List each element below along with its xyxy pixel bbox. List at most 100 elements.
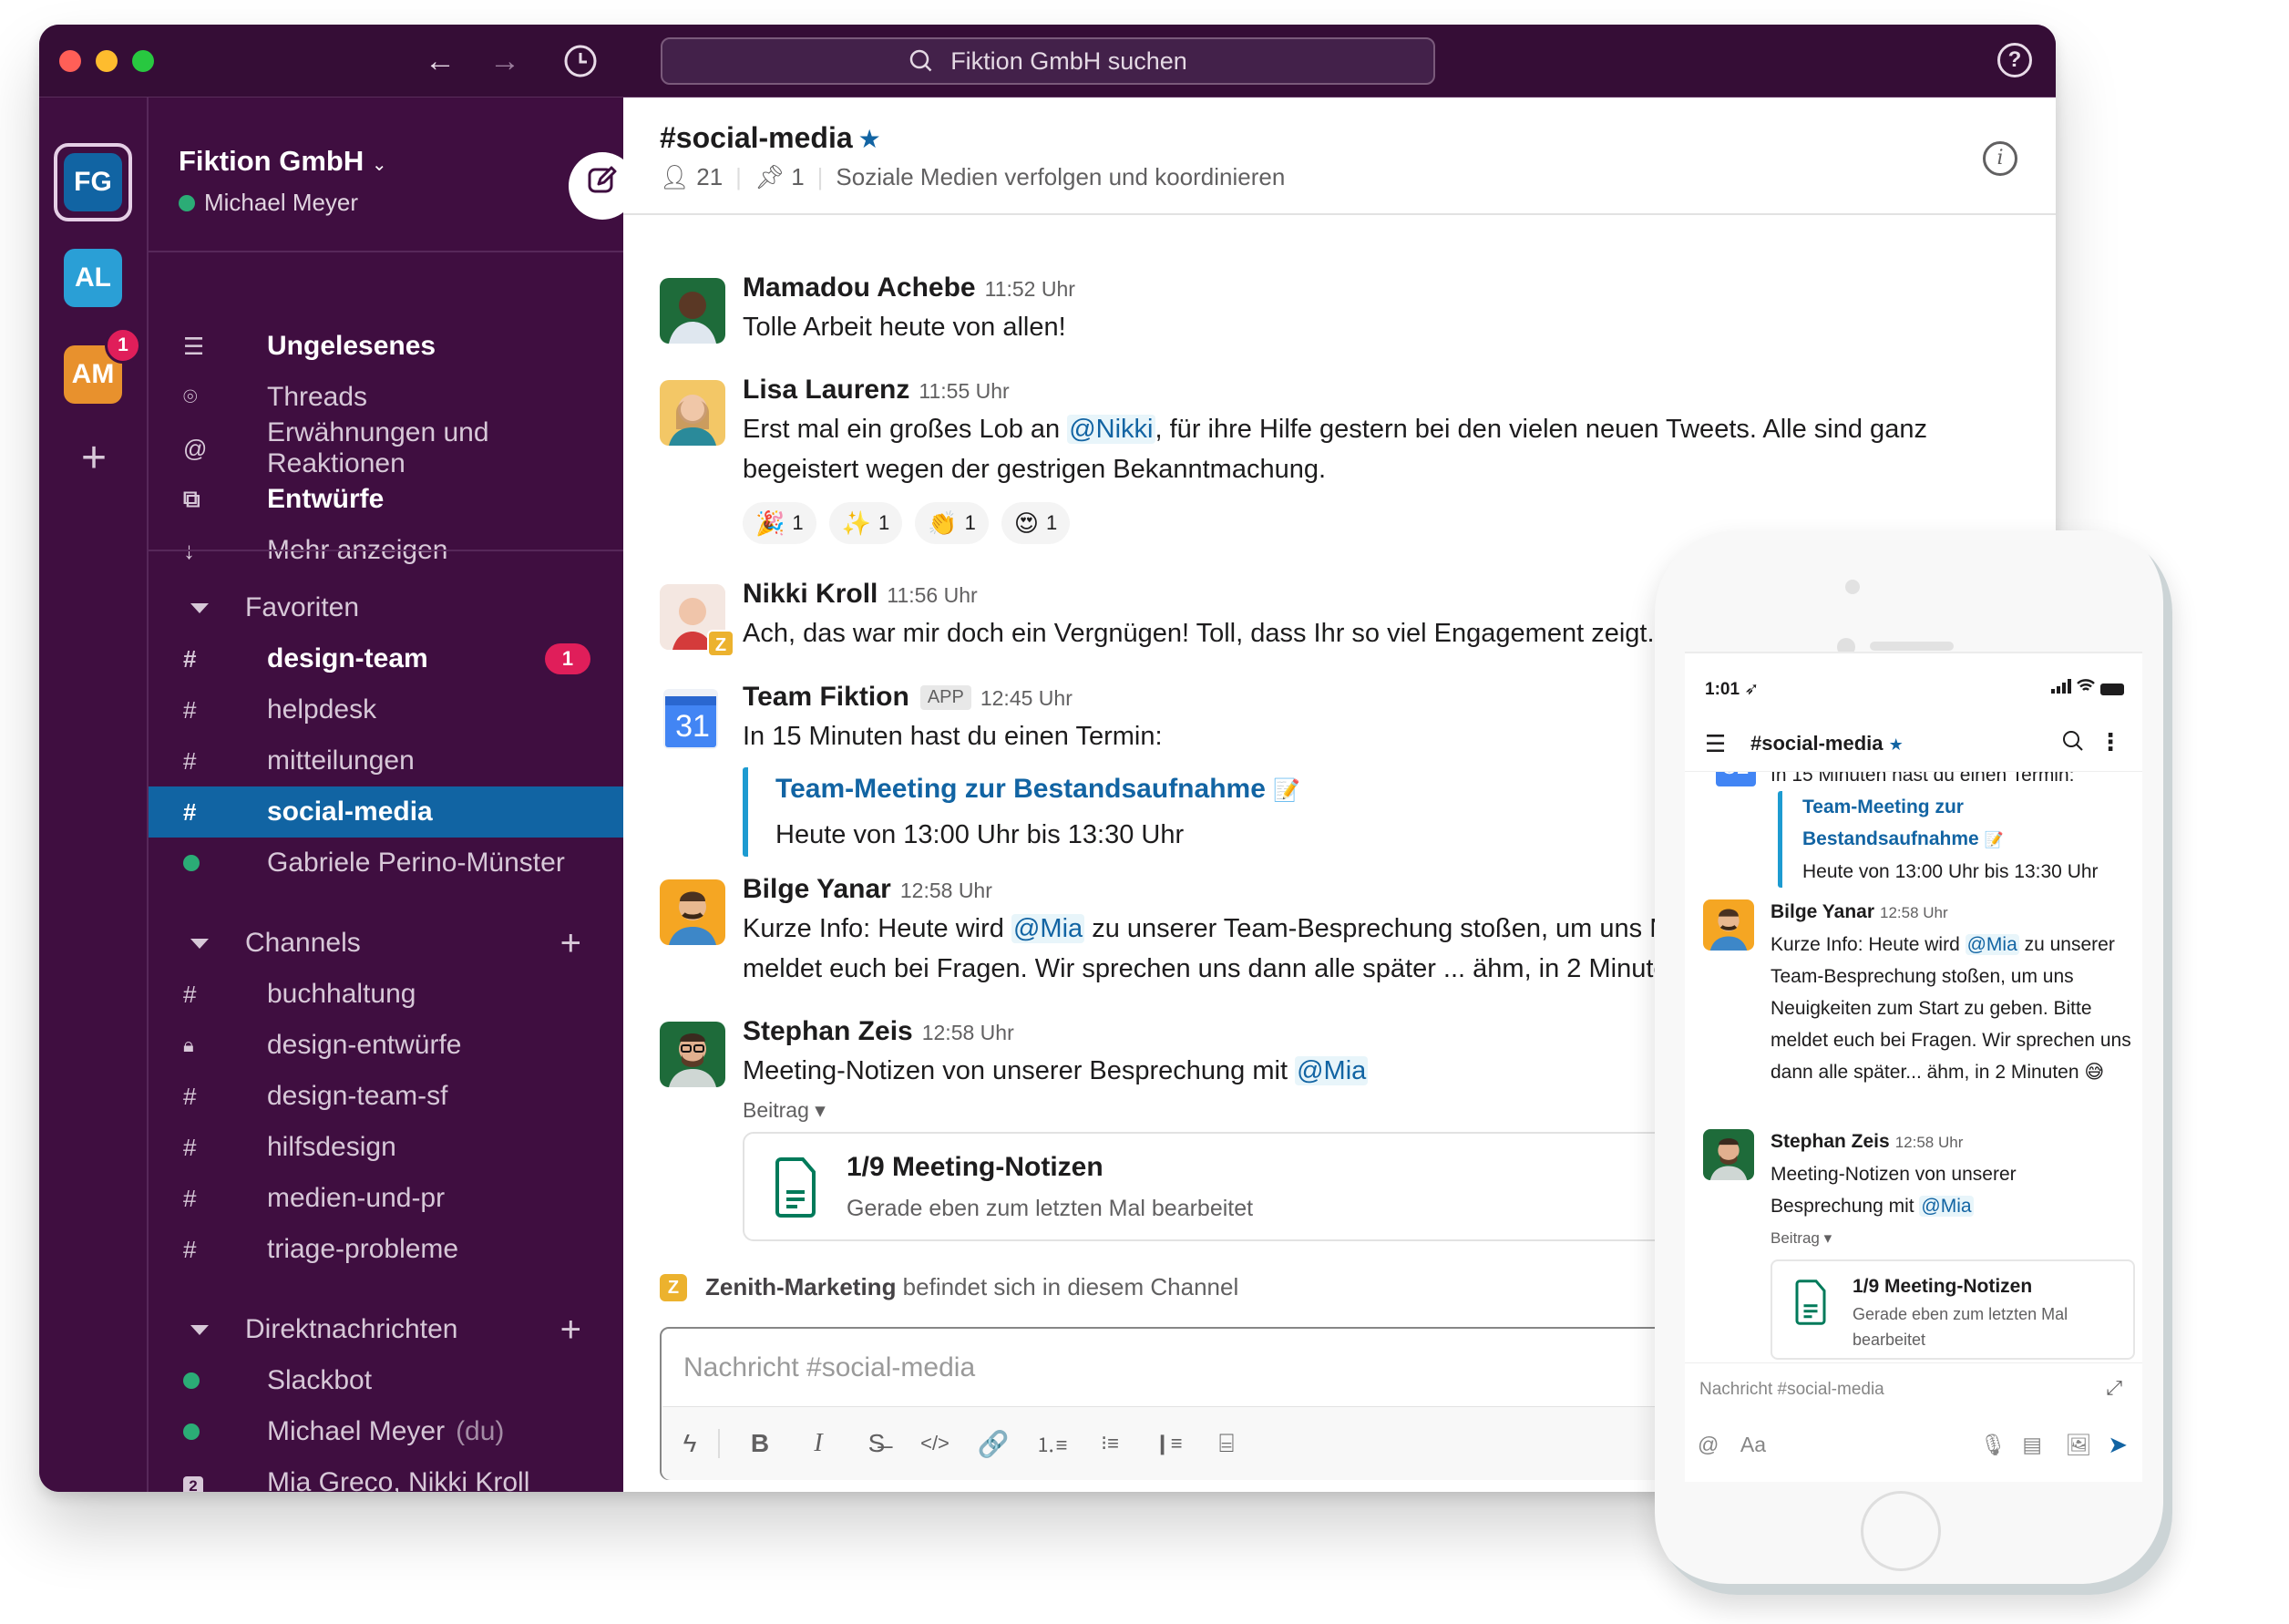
section-header-favoriten[interactable]: Favoriten: [149, 582, 623, 633]
shortcut-icon[interactable]: ▤: [2022, 1433, 2065, 1457]
sidebar-item-gabriele-perino-münster[interactable]: Gabriele Perino-Münster: [149, 838, 623, 889]
add-icon[interactable]: +: [560, 923, 581, 964]
bold-icon[interactable]: B: [731, 1429, 789, 1458]
message-time[interactable]: 12:58 Uhr: [922, 1021, 1014, 1044]
add-icon[interactable]: +: [560, 1310, 581, 1351]
org-name[interactable]: Zenith-Marketing: [705, 1273, 896, 1300]
send-icon[interactable]: ➤: [2108, 1431, 2128, 1459]
arrow-right-icon[interactable]: →: [487, 43, 523, 79]
sidebar-item-social-media[interactable]: # social-media: [149, 786, 623, 838]
avatar[interactable]: [1703, 1129, 1754, 1180]
sidebar-item-buchhaltung[interactable]: # buchhaltung: [149, 969, 623, 1020]
star-icon[interactable]: ★: [858, 125, 881, 153]
sidebar-item-helpdesk[interactable]: # helpdesk: [149, 684, 623, 735]
help-icon[interactable]: ?: [1997, 43, 2032, 77]
sidebar-item-entwürfe[interactable]: ⧉ Entwürfe: [149, 474, 623, 525]
message-author[interactable]: Mamadou Achebe: [743, 272, 976, 303]
avatar[interactable]: [660, 380, 725, 446]
sidebar-item-hilfsdesign[interactable]: # hilfsdesign: [149, 1122, 623, 1173]
info-icon[interactable]: i: [1983, 141, 2017, 176]
code-icon[interactable]: </>: [906, 1432, 964, 1455]
reaction-heart-eyes[interactable]: 😍 1: [1001, 502, 1071, 544]
strikethrough-icon[interactable]: S̶: [847, 1429, 906, 1458]
message-time[interactable]: 11:52 Uhr: [985, 277, 1075, 301]
reaction-sparkles[interactable]: ✨ 1: [828, 502, 903, 544]
link-icon[interactable]: 🔗: [964, 1429, 1022, 1459]
code-block-icon[interactable]: ⌸: [1197, 1429, 1256, 1459]
members-button[interactable]: 👤︎ 21: [660, 163, 723, 191]
message-author[interactable]: Stephan Zeis: [743, 1016, 913, 1046]
add-workspace-button[interactable]: +: [72, 433, 116, 483]
sidebar-item-mia-greco-nikki-kroll[interactable]: 2 Mia Greco, Nikki Kroll: [149, 1457, 623, 1492]
photo-icon[interactable]: 🖼︎: [2065, 1433, 2108, 1457]
message-author[interactable]: Bilge Yanar: [743, 874, 891, 904]
avatar[interactable]: Z: [660, 584, 734, 657]
avatar[interactable]: [660, 278, 725, 344]
sidebar-item-medien-und-pr[interactable]: # medien-und-pr: [149, 1173, 623, 1224]
message-time[interactable]: 12:58 Uhr: [1880, 904, 1948, 921]
workspace-al[interactable]: AL: [64, 249, 122, 307]
microphone-icon[interactable]: 🎙︎: [1980, 1433, 2023, 1457]
search-input[interactable]: Fiktion GmbH suchen: [661, 37, 1435, 85]
minimize-window-button[interactable]: [96, 50, 118, 72]
message-time[interactable]: 11:56 Uhr: [887, 583, 977, 607]
message-author[interactable]: Nikki Kroll: [743, 579, 878, 609]
search-icon[interactable]: [2062, 730, 2084, 758]
maximize-window-button[interactable]: [132, 50, 154, 72]
italic-icon[interactable]: I: [789, 1429, 847, 1458]
more-options-icon[interactable]: ⋮: [2099, 728, 2122, 756]
mention-link[interactable]: @Nikki: [1067, 415, 1155, 444]
phone-message-input[interactable]: [1699, 1380, 2064, 1400]
sidebar-item-mitteilungen[interactable]: # mitteilungen: [149, 735, 623, 786]
workspace-fg[interactable]: FG: [64, 153, 122, 211]
mention-link[interactable]: @Mia: [1965, 934, 2019, 955]
message-author[interactable]: Bilge Yanar: [1771, 901, 1874, 922]
workspace-name-menu[interactable]: Fiktion GmbH ⌄: [179, 145, 387, 178]
calendar-app-icon[interactable]: 31: [660, 687, 725, 753]
blockquote-icon[interactable]: ❙≡: [1139, 1432, 1197, 1455]
ordered-list-icon[interactable]: ⒈≡: [1022, 1429, 1081, 1458]
mention-icon[interactable]: @: [1698, 1433, 1740, 1457]
reaction-party[interactable]: 🎉 1: [743, 502, 816, 544]
message-author[interactable]: Lisa Laurenz: [743, 375, 909, 405]
shortcuts-icon[interactable]: ϟ: [662, 1429, 720, 1458]
arrow-left-icon[interactable]: ←: [422, 43, 458, 79]
sidebar-item-triage-probleme[interactable]: # triage-probleme: [149, 1224, 623, 1275]
sidebar-item-erwähnungen-und-reaktionen[interactable]: @ Erwähnungen und Reaktionen: [149, 417, 623, 478]
sidebar-item-design-team[interactable]: # design-team 1: [149, 633, 623, 684]
sidebar-item-ungelesenes[interactable]: ☰ Ungelesenes: [149, 321, 623, 372]
home-button[interactable]: [1861, 1491, 1941, 1571]
post-label-toggle[interactable]: Beitrag ▾: [1771, 1222, 2131, 1254]
close-window-button[interactable]: [59, 50, 81, 72]
message-author[interactable]: Team Fiktion: [743, 682, 909, 712]
avatar[interactable]: [1703, 899, 1754, 951]
section-header-direktnachrichten[interactable]: Direktnachrichten +: [149, 1304, 623, 1355]
bulleted-list-icon[interactable]: ⁝≡: [1081, 1432, 1139, 1455]
mention-link[interactable]: @Mia: [1919, 1196, 1974, 1217]
message-time[interactable]: 12:58 Uhr: [1895, 1134, 1964, 1151]
event-title-link[interactable]: Team-Meeting zur Bestandsaufnahme 📝: [1802, 791, 2131, 856]
sidebar-item-threads[interactable]: ⌾ Threads: [149, 372, 623, 423]
mention-link[interactable]: @Mia: [1011, 914, 1085, 943]
mention-link[interactable]: @Mia: [1295, 1056, 1369, 1085]
expand-icon[interactable]: ⤢: [2106, 1376, 2122, 1400]
message-time[interactable]: 11:55 Uhr: [919, 379, 1009, 403]
star-icon[interactable]: ★: [1889, 735, 1904, 754]
post-attachment[interactable]: 1/9 Meeting-Notizen Gerade eben zum letz…: [743, 1132, 1745, 1241]
clock-icon[interactable]: [562, 43, 599, 79]
channel-title[interactable]: #social-media ★: [660, 121, 881, 155]
sidebar-item-slackbot[interactable]: Slackbot: [149, 1355, 623, 1406]
sidebar-item-design-entwürfe[interactable]: 🔒︎ design-entwürfe: [149, 1020, 623, 1071]
message-time[interactable]: 12:45 Uhr: [980, 686, 1073, 710]
pins-button[interactable]: 📌︎ 1: [754, 163, 805, 191]
user-status[interactable]: Michael Meyer: [179, 189, 358, 217]
format-text-button[interactable]: Aa: [1740, 1433, 1980, 1457]
avatar[interactable]: [660, 879, 725, 945]
phone-channel-title[interactable]: #social-media ★: [1750, 732, 1904, 755]
sidebar-item-design-team-sf[interactable]: # design-team-sf: [149, 1071, 623, 1122]
reaction-clap[interactable]: 👏 1: [915, 502, 989, 544]
section-header-channels[interactable]: Channels +: [149, 918, 623, 969]
sidebar-item-michael-meyer[interactable]: Michael Meyer (du): [149, 1406, 623, 1457]
message-author[interactable]: Stephan Zeis: [1771, 1131, 1890, 1152]
channel-topic[interactable]: Soziale Medien verfolgen und koordiniere…: [836, 163, 1285, 191]
